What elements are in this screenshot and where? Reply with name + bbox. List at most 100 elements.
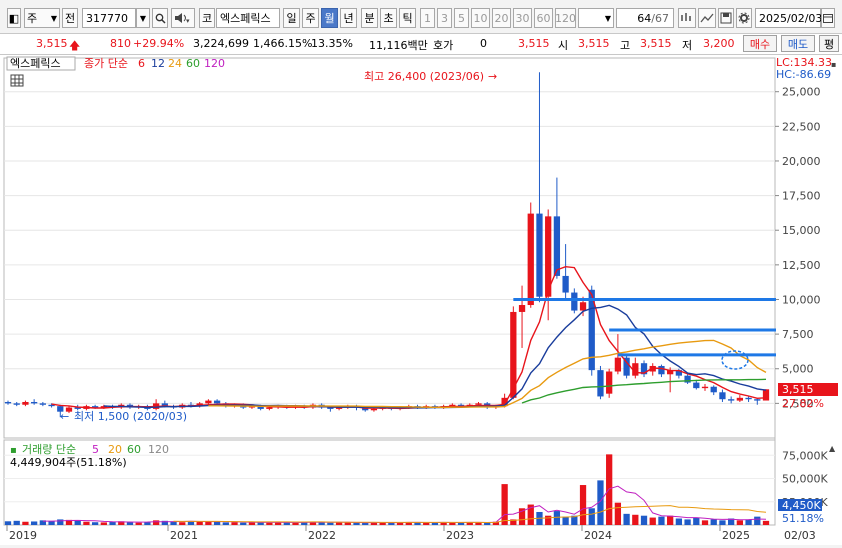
change-value: 810	[110, 37, 131, 50]
low-annotation: 최저 1,500 (2020/03)	[74, 410, 187, 423]
panel-toggle-icon[interactable]: ◧	[7, 8, 21, 28]
x-tick-label: 2022	[308, 529, 336, 542]
gear-icon[interactable]	[736, 8, 752, 28]
interval-20-button[interactable]: 20	[492, 8, 511, 28]
type-select[interactable]: 주 ▼	[24, 8, 60, 28]
sell-button[interactable]: 매도	[781, 35, 815, 52]
volume-tick-label: 75,000K	[782, 449, 828, 462]
period-minute-button[interactable]: 분	[361, 8, 378, 28]
ma-120-label: 120	[204, 57, 225, 70]
volume-bar	[135, 522, 142, 525]
code-dropdown-icon[interactable]: ▼	[136, 8, 150, 28]
volume-tick-label: 50,000K	[782, 473, 828, 486]
period-month-button[interactable]: 월	[321, 8, 338, 28]
volume-bar	[423, 522, 430, 525]
candle-body	[266, 407, 273, 409]
volume-bar	[48, 521, 55, 525]
low-arrow-icon: ←	[60, 410, 69, 423]
volume-bar	[91, 522, 99, 525]
price-tick-label: 5,000	[782, 363, 814, 376]
price-chart-svg[interactable]: 2,5005,0007,50010,00012,50015,00017,5002…	[0, 55, 842, 545]
volume-tag: 4,450K	[782, 499, 821, 512]
volume-bar	[13, 520, 20, 525]
open-price: 3,515	[578, 37, 610, 50]
low-label: 저	[682, 39, 693, 52]
volume-bar	[126, 522, 134, 525]
candle-body	[213, 400, 221, 404]
pane-menu-icon[interactable]: ▲	[829, 444, 836, 453]
candle	[597, 365, 604, 400]
volume-square-icon: ▪	[10, 445, 17, 456]
volume-bar	[562, 516, 569, 525]
volume-bar	[222, 522, 229, 525]
stock-name-field[interactable]: 엑스페릭스	[216, 8, 280, 28]
volume-bar	[701, 520, 709, 525]
volume-bar	[144, 522, 151, 525]
interval-5-button[interactable]: 5	[454, 8, 469, 28]
volume-bar	[179, 522, 186, 525]
x-tick-label: 2021	[170, 529, 198, 542]
date-input[interactable]: 2025/02/03	[755, 8, 822, 28]
period-day-button[interactable]: 일	[283, 8, 300, 28]
volume-bar	[545, 515, 552, 525]
interval-10-button[interactable]: 10	[471, 8, 490, 28]
interval-3-button[interactable]: 3	[437, 8, 452, 28]
draw-tool-icon[interactable]	[698, 8, 716, 28]
volume-bar	[231, 522, 238, 525]
price-tick-label: 12,500	[782, 259, 821, 272]
volume-bar	[152, 520, 160, 525]
volume-bar	[240, 522, 247, 525]
speaker-icon[interactable]: ▾	[171, 8, 195, 28]
candle-body	[762, 389, 770, 401]
volume-bar	[327, 522, 334, 525]
buy-button[interactable]: 매수	[743, 35, 777, 52]
volume-bar	[675, 518, 683, 525]
volume-bar	[736, 520, 743, 525]
volume-bar	[4, 521, 12, 525]
volume-bar	[658, 516, 665, 525]
price-tick-label: 22,500	[782, 120, 821, 133]
page-indicator: 64 /67	[616, 8, 674, 28]
quote-bar: 3,515 🡅 810 +29.94% 3,224,699 1,466.15% …	[0, 33, 842, 55]
candle-body	[658, 365, 665, 375]
hoga-value: 0	[480, 37, 487, 50]
candle-body	[597, 370, 604, 397]
period-year-button[interactable]: 년	[340, 8, 357, 28]
chart-area[interactable]: 2,500 5,000 7,500 10,000 12,500 15,000 17,500 2…	[0, 55, 842, 545]
vol-ma-60-label: 60	[127, 443, 141, 456]
save-icon[interactable]	[718, 8, 734, 28]
period-tick-button[interactable]: 틱	[399, 8, 416, 28]
search-icon[interactable]	[152, 8, 168, 28]
volume-bar	[501, 484, 508, 525]
candle-body	[571, 292, 578, 311]
period-week-button[interactable]: 주	[302, 8, 319, 28]
calendar-icon[interactable]	[821, 8, 835, 28]
volume-bar	[649, 517, 656, 525]
eval-button[interactable]: 평	[819, 35, 839, 52]
volume-bar	[632, 514, 639, 525]
volume-bar	[745, 519, 752, 525]
interval-60-button[interactable]: 60	[534, 8, 553, 28]
candle-body	[39, 403, 46, 405]
high-annotation: 최고 26,400 (2023/06)	[364, 70, 484, 83]
open-label: 시	[558, 39, 569, 52]
pane-close-icon[interactable]: ▪	[831, 60, 836, 69]
candle-body	[745, 397, 752, 400]
ma-24-label: 24	[168, 57, 182, 70]
volume-bar	[170, 521, 177, 525]
interval-30-button[interactable]: 30	[513, 8, 532, 28]
table-icon[interactable]	[10, 74, 24, 87]
interval-dropdown[interactable]: ▼	[578, 8, 614, 28]
interval-1-button[interactable]: 1	[420, 8, 435, 28]
volume-bar	[719, 520, 726, 525]
jeon-button[interactable]: 전	[62, 8, 78, 28]
stock-code-input[interactable]: 317770	[82, 8, 136, 28]
interval-120-button[interactable]: 120	[555, 8, 576, 28]
turnover-percent: 13.35%	[311, 37, 353, 50]
volume-bar	[640, 515, 648, 525]
x-tick-label: 2025	[722, 529, 750, 542]
compare-icon[interactable]	[678, 8, 696, 28]
period-second-button[interactable]: 초	[380, 8, 397, 28]
kor-button[interactable]: 코	[199, 8, 215, 28]
volume-bar	[693, 517, 700, 525]
